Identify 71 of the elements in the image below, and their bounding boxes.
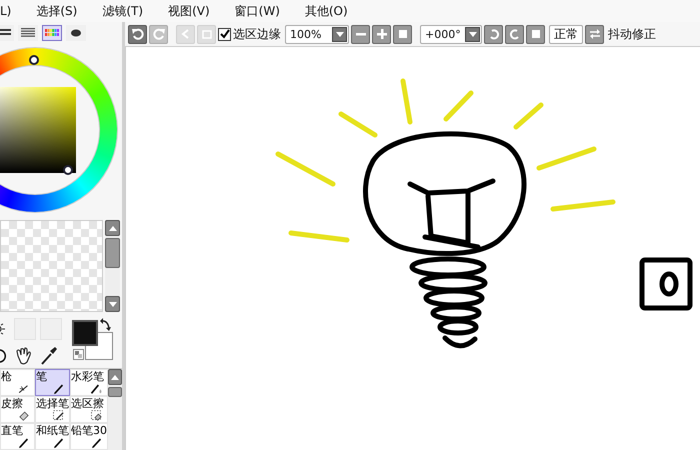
square-icon xyxy=(532,30,540,38)
scroll-thumb[interactable] xyxy=(105,238,120,268)
swap-arrows-icon xyxy=(588,28,600,40)
tool-button[interactable]: 铅笔30 xyxy=(70,423,108,450)
scroll-down-icon[interactable] xyxy=(108,302,116,306)
selection-edge-checkbox[interactable]: 选区边缘 xyxy=(218,26,281,42)
tool-button[interactable]: 水彩笔 xyxy=(70,369,108,396)
drawing-canvas[interactable] xyxy=(125,47,700,450)
dropdown-arrow-icon xyxy=(336,32,344,36)
panel-tab-icon xyxy=(69,28,83,38)
panel-tab[interactable] xyxy=(18,25,38,41)
zoom-out-button[interactable] xyxy=(351,24,370,44)
square-icon xyxy=(398,30,406,38)
reset-colors-icon[interactable] xyxy=(73,349,84,360)
undo-button[interactable] xyxy=(128,24,147,44)
panel-tab-icon xyxy=(0,28,11,38)
color-square[interactable] xyxy=(0,87,76,173)
tool-button[interactable]: 枪 xyxy=(0,369,35,396)
eyedropper-icon[interactable] xyxy=(40,346,58,366)
scroll-up-icon[interactable] xyxy=(111,374,119,380)
reset-rotation-button[interactable] xyxy=(526,24,545,44)
tool-icon xyxy=(52,383,66,394)
tool-button[interactable]: 选区擦 xyxy=(70,396,108,423)
zoom-dropdown[interactable]: 100% xyxy=(285,24,349,44)
hand-icon[interactable] xyxy=(14,346,34,366)
scroll-up-icon[interactable] xyxy=(108,226,116,230)
undo-icon xyxy=(132,28,144,40)
rotate-left-button[interactable] xyxy=(484,24,503,44)
chevron-icon xyxy=(180,28,192,40)
boxed-circle-drawing xyxy=(640,258,692,310)
tool-icon xyxy=(17,437,31,448)
menu-item[interactable]: 其他(O) xyxy=(304,2,348,20)
menu-item[interactable]: L) xyxy=(0,4,12,18)
tool-button[interactable]: 皮擦 xyxy=(0,396,35,423)
tool-icon xyxy=(90,437,104,448)
foreground-color-swatch[interactable] xyxy=(72,320,98,346)
rotate-right-button[interactable] xyxy=(505,24,524,44)
rotate-right-icon xyxy=(508,28,520,40)
tool-button[interactable]: 选择笔 xyxy=(35,396,70,423)
panel-tab-icon xyxy=(45,28,59,38)
scrollbar[interactable] xyxy=(105,220,120,312)
stabilizer-label: 抖动修正 xyxy=(608,26,656,42)
panel-tab-icon xyxy=(21,28,35,38)
square-icon xyxy=(200,28,212,40)
flip-button[interactable] xyxy=(585,24,604,44)
rotation-dropdown[interactable]: +000° xyxy=(420,24,482,44)
menu-item[interactable]: 窗口(W) xyxy=(234,2,280,20)
scroll-thumb[interactable] xyxy=(108,387,122,397)
panel-tab[interactable] xyxy=(0,25,14,41)
redo-icon xyxy=(152,28,164,40)
checkmark-icon xyxy=(220,29,230,39)
panel-tab[interactable] xyxy=(66,25,86,41)
plus-icon xyxy=(376,29,386,39)
tool-button[interactable]: 笔 xyxy=(35,369,70,396)
scrollbar[interactable] xyxy=(108,369,122,450)
tool-button[interactable]: 和纸笔 xyxy=(35,423,70,450)
mode-button[interactable]: 正常 xyxy=(549,24,583,44)
tool-icon xyxy=(17,410,31,421)
tool-icon xyxy=(52,437,66,448)
menu-item[interactable]: 视图(V) xyxy=(168,2,210,20)
dropdown-arrow-icon xyxy=(468,32,476,36)
swap-arrow-icon[interactable] xyxy=(100,318,112,332)
menu-item[interactable]: 滤镜(T) xyxy=(102,2,144,20)
tool-icon xyxy=(90,383,104,394)
tool-icon xyxy=(90,410,104,421)
zoom-in-button[interactable] xyxy=(372,24,391,44)
tool-icon xyxy=(52,410,66,421)
tool-button[interactable]: 直笔 xyxy=(0,423,35,450)
rotate-left-icon xyxy=(488,28,500,40)
menu-item[interactable]: 选择(S) xyxy=(36,2,78,20)
reset-zoom-button[interactable] xyxy=(393,24,412,44)
